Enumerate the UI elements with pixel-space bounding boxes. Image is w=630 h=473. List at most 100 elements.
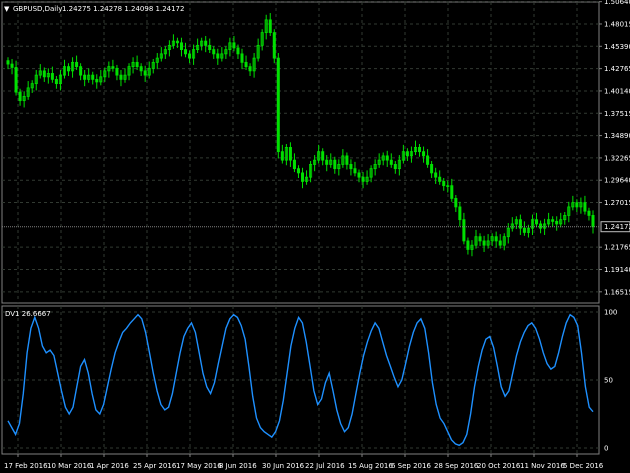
candle-body xyxy=(208,44,212,51)
candle-body xyxy=(575,202,579,208)
candle-body xyxy=(494,236,498,242)
candle-body xyxy=(54,78,58,85)
candle-body xyxy=(434,172,438,178)
candle-body xyxy=(539,223,543,229)
candle-body xyxy=(583,202,587,212)
candle-body xyxy=(405,151,409,157)
candle-body xyxy=(67,66,71,72)
indicator-tick-label: 50 xyxy=(604,377,613,385)
candle-body xyxy=(50,73,54,80)
time-tick-label: 30 Jun 2016 xyxy=(262,462,305,470)
time-tick-label: 10 Mar 2016 xyxy=(47,462,92,470)
candle-body xyxy=(236,47,240,55)
chart-window: ▼ GBPUSD,Daily 1.24275 1.24278 1.24098 1… xyxy=(0,0,630,473)
candle-body xyxy=(450,185,454,199)
candle-body xyxy=(498,240,502,246)
candle-body xyxy=(349,164,353,170)
price-tick-label: 1.50640 xyxy=(604,0,630,6)
candle-body xyxy=(535,219,539,225)
price-tick-label: 1.34890 xyxy=(604,132,630,140)
candle-body xyxy=(345,155,349,165)
time-tick-label: 1 Apr 2016 xyxy=(90,462,129,470)
candle-body xyxy=(551,219,555,222)
price-tick-label: 1.27015 xyxy=(604,199,630,207)
time-tick-label: 11 Nov 2016 xyxy=(520,462,565,470)
price-tick-label: 1.48015 xyxy=(604,20,630,28)
candle-body xyxy=(212,49,216,55)
candle-body xyxy=(296,168,300,174)
candle-body xyxy=(280,151,284,161)
candle-body xyxy=(301,172,305,182)
candle-body xyxy=(482,240,486,246)
candle-body xyxy=(276,57,280,153)
candle-body xyxy=(42,70,46,78)
candle-body xyxy=(119,74,123,80)
candle-body xyxy=(422,151,426,157)
price-tick-label: 1.45390 xyxy=(604,43,630,51)
candle-body xyxy=(361,176,365,182)
time-tick-label: 6 Sep 2016 xyxy=(391,462,431,470)
candle-body xyxy=(430,164,434,174)
indicator-tick-label: 100 xyxy=(604,309,617,317)
time-tick-label: 8 Jun 2016 xyxy=(219,462,257,470)
candle-body xyxy=(385,155,389,161)
candle-body xyxy=(6,60,10,65)
ohlc-readout: 1.24275 1.24278 1.24098 1.24172 xyxy=(62,5,184,13)
candle-body xyxy=(244,61,248,68)
indicator-tick-label: 0 xyxy=(604,445,608,453)
candle-body xyxy=(204,40,208,46)
time-tick-label: 22 Jul 2016 xyxy=(305,462,345,470)
price-tick-label: 1.19140 xyxy=(604,266,630,274)
candle-body xyxy=(18,91,22,102)
dropdown-icon[interactable]: ▼ xyxy=(4,5,10,13)
candle-body xyxy=(478,236,482,242)
candle-body xyxy=(248,66,252,72)
price-tick-label: 1.42765 xyxy=(604,65,630,73)
candle-body xyxy=(389,159,393,165)
candle-body xyxy=(184,49,188,55)
candle-body xyxy=(462,219,466,242)
candle-body xyxy=(466,240,470,250)
time-tick-label: 15 Aug 2016 xyxy=(348,462,393,470)
time-tick-label: 25 Apr 2016 xyxy=(133,462,177,470)
candle-body xyxy=(321,151,325,161)
candle-body xyxy=(555,220,559,225)
price-tick-label: 1.37515 xyxy=(604,110,630,118)
candle-body xyxy=(357,172,361,178)
candle-body xyxy=(442,181,446,187)
candle-body xyxy=(454,198,458,208)
current-price-label: 1.24172 xyxy=(604,223,630,231)
candle-body xyxy=(232,42,236,49)
candle-body xyxy=(393,164,397,170)
candle-body xyxy=(179,42,183,51)
time-tick-label: 5 Dec 2016 xyxy=(563,462,604,470)
candle-body xyxy=(325,159,329,165)
time-tick-label: 17 May 2016 xyxy=(176,462,222,470)
price-tick-label: 1.16515 xyxy=(604,288,630,296)
candle-body xyxy=(115,67,119,76)
price-tick-label: 1.40140 xyxy=(604,87,630,95)
candle-body xyxy=(188,53,192,59)
candle-body xyxy=(75,61,79,68)
candle-body xyxy=(426,155,430,165)
candle-body xyxy=(79,66,83,76)
price-tick-label: 1.32265 xyxy=(604,154,630,162)
candle-body xyxy=(91,74,95,80)
candle-body xyxy=(14,67,18,93)
candle-body xyxy=(418,146,422,153)
current-price-tag: 1.24172 xyxy=(600,221,630,233)
candle-body xyxy=(175,40,179,44)
indicator-label: DV1 26.6667 xyxy=(5,310,51,318)
candle-body xyxy=(292,159,296,170)
time-tick-label: 28 Sep 2016 xyxy=(434,462,479,470)
candle-body xyxy=(438,176,442,182)
candle-body xyxy=(353,168,357,174)
candle-body xyxy=(268,19,272,34)
candle-body xyxy=(587,210,591,216)
candle-body xyxy=(216,53,220,59)
candle-body xyxy=(333,159,337,170)
price-tick-label: 1.29640 xyxy=(604,177,630,185)
candle-body xyxy=(240,53,244,63)
candle-body xyxy=(139,66,143,72)
time-tick-label: 20 Oct 2016 xyxy=(477,462,521,470)
